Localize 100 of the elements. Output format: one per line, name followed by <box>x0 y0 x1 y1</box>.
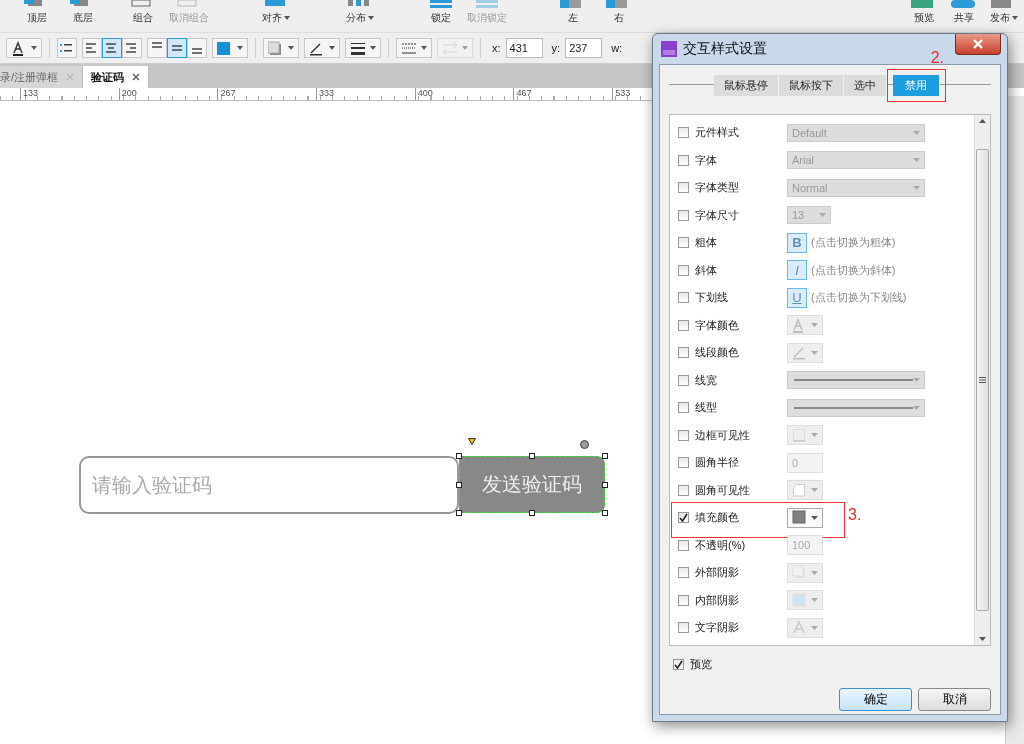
caret-icon <box>810 570 818 575</box>
ok-button[interactable]: 确定 <box>839 688 912 711</box>
checkbox[interactable] <box>678 457 689 469</box>
checkbox[interactable] <box>678 429 689 441</box>
resize-handle[interactable] <box>602 481 608 488</box>
resize-handle[interactable] <box>602 453 608 459</box>
checkbox[interactable] <box>678 539 689 551</box>
toolbar-label[interactable]: 分布 <box>346 11 366 25</box>
toolbar-button[interactable] <box>304 38 340 58</box>
checkbox[interactable] <box>678 402 689 414</box>
fill-color-icon <box>792 510 807 526</box>
checkbox[interactable] <box>678 209 689 221</box>
property-label: 元件样式 <box>695 125 740 141</box>
toolbar-label[interactable]: 底层 <box>73 11 93 25</box>
pen-icon <box>792 345 807 361</box>
caret-icon <box>913 130 920 135</box>
caret-icon <box>461 46 469 50</box>
caret-icon <box>368 16 374 20</box>
scroll-up-icon <box>979 119 986 123</box>
caret-icon <box>1012 16 1018 20</box>
toolbar-label[interactable]: 顶层 <box>27 11 47 25</box>
rotate-handle[interactable] <box>580 440 589 449</box>
property-label: 线宽 <box>695 372 718 388</box>
caret-icon <box>328 46 336 50</box>
resize-handle[interactable] <box>456 453 462 459</box>
coordinate-field[interactable]: 237 <box>565 38 603 58</box>
property-label: 内部阴影 <box>695 592 740 608</box>
scrollbar[interactable] <box>974 115 990 645</box>
tab[interactable]: 鼠标按下 <box>779 74 844 96</box>
caret-icon <box>810 350 818 355</box>
checkbox[interactable] <box>678 264 689 276</box>
toolbar-label: 取消组合 <box>169 11 209 25</box>
ruler-number: 267 <box>217 88 317 100</box>
toolbar-label[interactable]: 对齐 <box>262 11 282 25</box>
annotation-number: 2. <box>930 48 944 67</box>
color-picker[interactable] <box>787 507 823 528</box>
close-button[interactable] <box>955 34 1001 55</box>
toolbar-label[interactable]: 共享 <box>954 11 974 25</box>
checkbox[interactable] <box>678 154 689 166</box>
page-tab[interactable]: 录/注册弹框 <box>0 66 84 88</box>
scroll-thumb[interactable] <box>976 149 989 611</box>
checkbox[interactable] <box>678 567 689 579</box>
resize-handle[interactable] <box>529 510 535 516</box>
property-label: 边框可见性 <box>695 427 751 443</box>
text-shadow-icon <box>792 620 807 636</box>
anchor-icon <box>468 438 476 445</box>
caret-icon <box>819 213 826 218</box>
cancel-button[interactable]: 取消 <box>918 688 991 711</box>
checkbox[interactable] <box>678 512 689 524</box>
toolbar-label[interactable]: 左 <box>568 11 578 25</box>
resize-handle[interactable] <box>456 481 462 488</box>
caret-icon <box>810 515 818 520</box>
highlight-frame <box>887 68 946 102</box>
coordinate-field[interactable]: 431 <box>505 38 543 58</box>
caret-icon <box>913 185 920 190</box>
checkbox[interactable] <box>673 659 684 670</box>
dropdown[interactable] <box>787 371 925 390</box>
input-field[interactable]: 请输入验证码 <box>79 456 459 514</box>
toolbar-label[interactable]: 锁定 <box>431 11 451 25</box>
checkbox[interactable] <box>678 237 689 249</box>
caret-icon <box>30 46 38 50</box>
checkbox[interactable] <box>678 484 689 496</box>
caret-icon <box>369 46 377 50</box>
property-label: 文字阴影 <box>695 620 740 636</box>
arrow-style-icon <box>441 40 458 56</box>
property-label: 粗体 <box>695 235 718 251</box>
line-width-icon <box>349 40 366 56</box>
toolbar-button[interactable] <box>6 38 42 58</box>
checkbox[interactable] <box>678 622 689 634</box>
toolbar-label[interactable]: 组合 <box>133 11 153 25</box>
caret-icon <box>284 16 290 20</box>
checkbox[interactable] <box>678 292 689 304</box>
property-label: 线型 <box>695 400 718 416</box>
dropdown[interactable] <box>787 398 925 417</box>
toolbar-label[interactable]: 发布 <box>990 11 1010 25</box>
border-icon <box>792 427 807 443</box>
toolbar-label[interactable]: 预览 <box>914 11 934 25</box>
field-label: x: <box>492 42 501 54</box>
checkbox[interactable] <box>678 127 689 139</box>
property-label: 斜体 <box>695 262 718 278</box>
resize-handle[interactable] <box>456 510 462 516</box>
caret-icon <box>913 378 920 383</box>
toolbar-button[interactable] <box>345 38 381 58</box>
checkbox[interactable] <box>678 347 689 359</box>
resize-handle[interactable] <box>529 453 535 459</box>
property-label: 圆角可见性 <box>695 482 751 498</box>
toolbar-label[interactable]: 右 <box>614 11 624 25</box>
page-tab[interactable]: 验证码 <box>83 66 150 88</box>
tab[interactable]: 鼠标悬停 <box>714 74 779 96</box>
align-top-icon <box>152 42 162 48</box>
tab[interactable]: 选中 <box>844 74 887 96</box>
checkbox[interactable] <box>678 319 689 331</box>
checkbox[interactable] <box>678 182 689 194</box>
caret-icon <box>810 323 818 328</box>
toolbar-button[interactable] <box>57 38 77 58</box>
checkbox[interactable] <box>678 594 689 606</box>
lock-icon <box>474 0 500 8</box>
checkbox[interactable] <box>678 374 689 386</box>
share-icon <box>951 0 977 8</box>
resize-handle[interactable] <box>602 510 608 516</box>
